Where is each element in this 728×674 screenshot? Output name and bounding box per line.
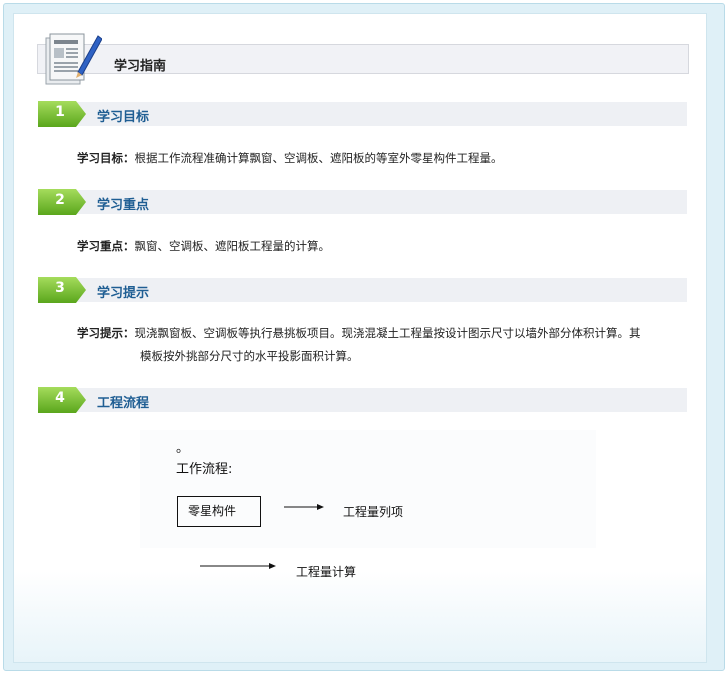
flow-arrow-1 — [284, 504, 324, 510]
section-1-number: 1 — [55, 104, 65, 120]
section-4-number: 4 — [55, 390, 65, 406]
section-3-body-line1: 学习提示：现浇飘窗板、空调板等执行悬挑板项目。现浇混凝土工程量按设计图示尺寸以墙… — [77, 322, 641, 344]
page-title: 学习指南 — [114, 59, 167, 74]
section-3-label: 学习提示： — [77, 326, 135, 340]
section-1-body: 学习目标：根据工作流程准确计算飘窗、空调板、遮阳板的等室外零星构件工程量。 — [77, 147, 503, 169]
section-2-number: 2 — [55, 192, 65, 208]
section-3-text-line2: 模板按外挑部分尺寸的水平投影面积计算。 — [140, 349, 359, 363]
news-paper-icon — [45, 33, 102, 85]
flow-area — [140, 430, 596, 548]
section-1-title: 学习目标 — [97, 110, 150, 125]
section-4-title: 工程流程 — [97, 396, 150, 411]
section-2-label: 学习重点： — [77, 239, 135, 253]
flow-step-3: 工程量计算 — [296, 565, 357, 579]
flow-step-box: 零星构件 — [177, 496, 261, 527]
section-1-text: 根据工作流程准确计算飘窗、空调板、遮阳板的等室外零星构件工程量。 — [134, 151, 503, 165]
flow-step-2: 工程量列项 — [343, 505, 404, 519]
section-2-title: 学习重点 — [97, 198, 150, 213]
flow-title: 工作流程: — [176, 462, 233, 477]
section-3-text-line1: 现浇飘窗板、空调板等执行悬挑板项目。现浇混凝土工程量按设计图示尺寸以墙外部分体积… — [134, 326, 641, 340]
section-2-text: 飘窗、空调板、遮阳板工程量的计算。 — [134, 239, 331, 253]
flow-dot: 。 — [176, 441, 190, 456]
section-1-label: 学习目标： — [77, 151, 135, 165]
section-2-body: 学习重点：飘窗、空调板、遮阳板工程量的计算。 — [77, 235, 330, 257]
section-3-number: 3 — [55, 280, 65, 296]
flow-arrow-2 — [200, 563, 276, 569]
section-3-title: 学习提示 — [97, 286, 150, 301]
